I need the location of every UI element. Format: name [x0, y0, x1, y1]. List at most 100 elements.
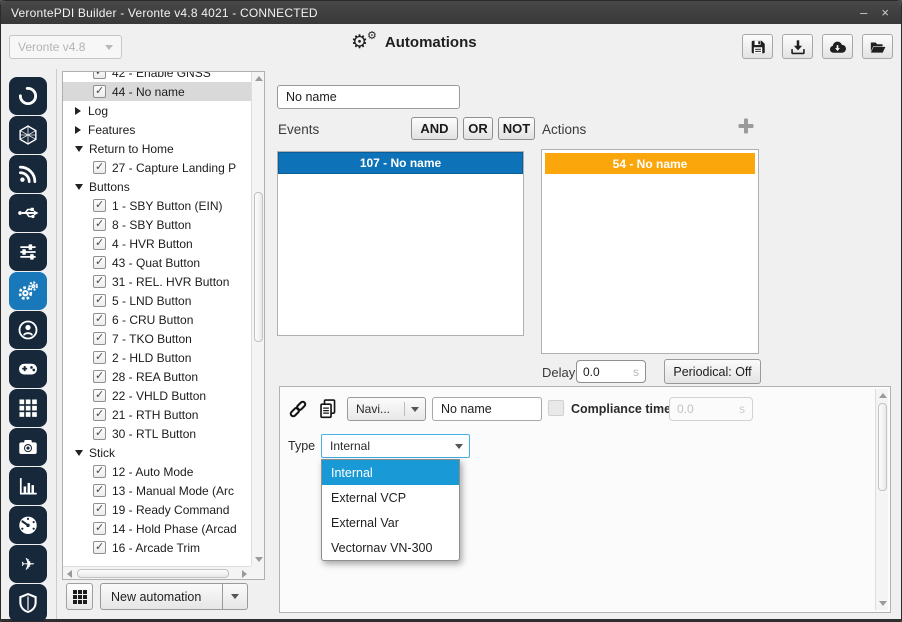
checkbox[interactable]	[93, 294, 106, 307]
tree-group-features[interactable]: Features	[63, 120, 251, 139]
cloud-download-button[interactable]	[822, 34, 853, 59]
checkbox[interactable]	[93, 313, 106, 326]
scroll-down-icon[interactable]	[255, 557, 263, 562]
type-option-vectornav-vn-300[interactable]: Vectornav VN-300	[322, 535, 459, 560]
type-option-external-var[interactable]: External Var	[322, 510, 459, 535]
tree-item-19-ready-command[interactable]: 19 - Ready Command	[63, 500, 251, 519]
scrollbar-thumb[interactable]	[254, 192, 263, 342]
tree-item-21-rth-button[interactable]: 21 - RTH Button	[63, 405, 251, 424]
checkbox[interactable]	[93, 389, 106, 402]
scroll-right-icon[interactable]	[242, 570, 247, 578]
tree-item-1-sby-button-ein[interactable]: 1 - SBY Button (EIN)	[63, 196, 251, 215]
type-select[interactable]: Internal	[321, 434, 470, 458]
action-item[interactable]: 54 - No name	[545, 153, 755, 174]
collapse-icon[interactable]	[75, 184, 83, 190]
tree-item-4-hvr-button[interactable]: 4 - HVR Button	[63, 234, 251, 253]
checkbox[interactable]	[93, 541, 106, 554]
scrollbar-thumb[interactable]	[77, 569, 229, 578]
sidebar-item-settings[interactable]	[9, 233, 47, 271]
checkbox[interactable]	[93, 199, 106, 212]
tree-item-14-hold-phase-arcad[interactable]: 14 - Hold Phase (Arcad	[63, 519, 251, 538]
sidebar-item-power[interactable]	[9, 77, 47, 115]
checkbox[interactable]	[93, 218, 106, 231]
tree-horizontal-scrollbar[interactable]	[63, 566, 251, 579]
checkbox[interactable]	[93, 465, 106, 478]
scroll-down-icon[interactable]	[879, 601, 887, 606]
checkbox[interactable]	[93, 522, 106, 535]
checkbox[interactable]	[93, 275, 106, 288]
checkbox[interactable]	[93, 427, 106, 440]
checkbox[interactable]	[93, 256, 106, 269]
tree-item-2-hld-button[interactable]: 2 - HLD Button	[63, 348, 251, 367]
periodical-toggle-button[interactable]: Periodical: Off	[664, 359, 761, 384]
sidebar-item-camera[interactable]	[9, 428, 47, 466]
sidebar-item-charts[interactable]	[9, 467, 47, 505]
checkbox[interactable]	[93, 71, 106, 79]
tree-item-22-vhld-button[interactable]: 22 - VHLD Button	[63, 386, 251, 405]
not-operator-button[interactable]: NOT	[498, 117, 535, 140]
compliance-time-checkbox[interactable]	[548, 400, 564, 416]
action-name-input[interactable]: No name	[432, 397, 542, 421]
checkbox[interactable]	[93, 85, 106, 98]
checkbox[interactable]	[93, 503, 106, 516]
checkbox[interactable]	[93, 161, 106, 174]
tree-item-6-cru-button[interactable]: 6 - CRU Button	[63, 310, 251, 329]
sidebar-item-mesh-sphere[interactable]	[9, 116, 47, 154]
device-selector[interactable]: Veronte v4.8	[9, 35, 122, 59]
scroll-left-icon[interactable]	[67, 570, 72, 578]
tree-item-44-no-name[interactable]: 44 - No name	[63, 82, 251, 101]
expand-icon[interactable]	[75, 126, 81, 134]
link-button[interactable]	[284, 395, 311, 422]
scrollbar-thumb[interactable]	[878, 403, 887, 491]
download-button[interactable]	[782, 34, 813, 59]
scroll-up-icon[interactable]	[255, 76, 263, 81]
open-file-button[interactable]	[862, 34, 893, 59]
tree-item-16-arcade-trim[interactable]: 16 - Arcade Trim	[63, 538, 251, 557]
tree-group-return-to-home[interactable]: Return to Home	[63, 139, 251, 158]
automation-matrix-button[interactable]	[66, 583, 93, 610]
sidebar-item-flight[interactable]: ✈	[9, 545, 47, 583]
scroll-up-icon[interactable]	[879, 393, 887, 398]
type-option-internal[interactable]: Internal	[322, 460, 459, 485]
add-action-button[interactable]	[735, 115, 757, 137]
sidebar-item-gauge[interactable]	[9, 506, 47, 544]
checkbox[interactable]	[93, 408, 106, 421]
sidebar-item-stick[interactable]	[9, 350, 47, 388]
new-automation-button[interactable]: New automation	[100, 583, 248, 610]
tree-vertical-scrollbar[interactable]	[251, 72, 264, 566]
tree-item-43-quat-button[interactable]: 43 - Quat Button	[63, 253, 251, 272]
sidebar-item-telemetry[interactable]	[9, 155, 47, 193]
event-item[interactable]: 107 - No name	[278, 152, 523, 174]
sidebar-item-safety[interactable]	[9, 584, 47, 622]
collapse-icon[interactable]	[75, 450, 83, 456]
minimize-button[interactable]: –	[860, 6, 867, 19]
sidebar-item-automations[interactable]	[9, 272, 47, 310]
type-option-external-vcp[interactable]: External VCP	[322, 485, 459, 510]
close-button[interactable]: ×	[881, 6, 889, 19]
panel-vertical-scrollbar[interactable]	[875, 389, 888, 610]
and-operator-button[interactable]: AND	[411, 117, 458, 140]
action-category-select[interactable]: Navi...	[347, 397, 426, 421]
save-button[interactable]	[742, 34, 773, 59]
tree-item-5-lnd-button[interactable]: 5 - LND Button	[63, 291, 251, 310]
checkbox[interactable]	[93, 351, 106, 364]
compliance-time-input[interactable]: 0.0 s	[669, 397, 753, 421]
tree-group-stick[interactable]: Stick	[63, 443, 251, 462]
tree-group-log[interactable]: Log	[63, 101, 251, 120]
tree-item-28-rea-button[interactable]: 28 - REA Button	[63, 367, 251, 386]
tree-item-31-rel-hvr-button[interactable]: 31 - REL. HVR Button	[63, 272, 251, 291]
tree-group-buttons[interactable]: Buttons	[63, 177, 251, 196]
sidebar-item-matrix[interactable]	[9, 389, 47, 427]
automation-name-input[interactable]: No name	[277, 85, 460, 109]
checkbox[interactable]	[93, 237, 106, 250]
checkbox[interactable]	[93, 370, 106, 383]
tree-item-7-tko-button[interactable]: 7 - TKO Button	[63, 329, 251, 348]
tree-item-partial[interactable]: 42 - Enable GNSS	[63, 71, 251, 82]
sidebar-item-podcast[interactable]	[9, 311, 47, 349]
expand-icon[interactable]	[75, 107, 81, 115]
tree-item-30-rtl-button[interactable]: 30 - RTL Button	[63, 424, 251, 443]
checkbox[interactable]	[93, 484, 106, 497]
collapse-icon[interactable]	[75, 146, 83, 152]
tree-item-13-manual-mode-arc[interactable]: 13 - Manual Mode (Arc	[63, 481, 251, 500]
tree-item-12-auto-mode[interactable]: 12 - Auto Mode	[63, 462, 251, 481]
